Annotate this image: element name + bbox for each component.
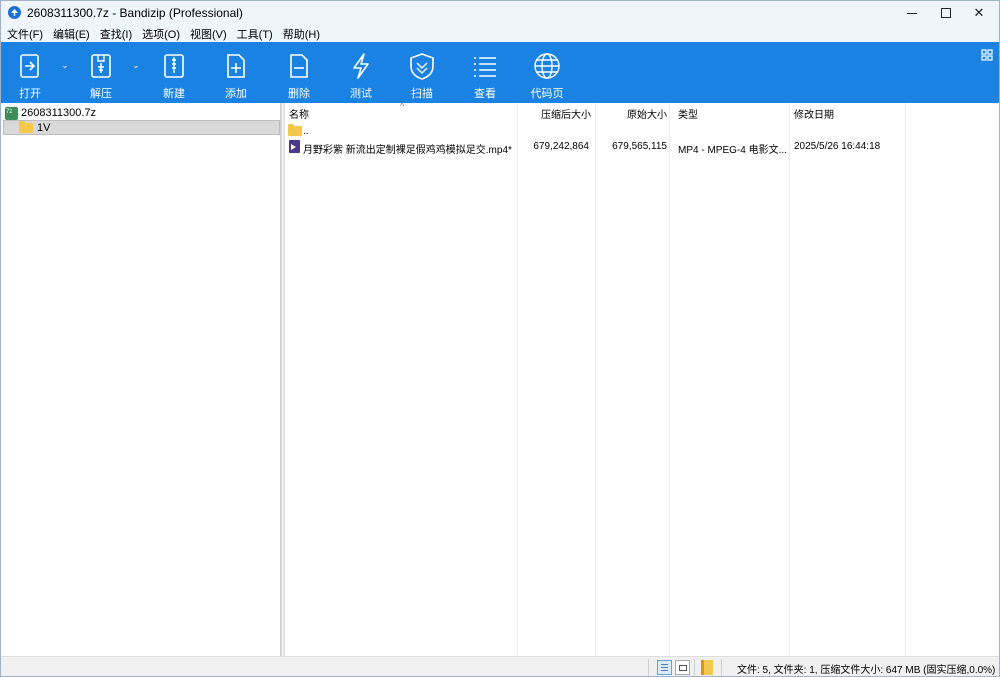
new-archive-button[interactable]: 新建: [151, 42, 197, 103]
open-dropdown-icon[interactable]: ⌄: [61, 60, 69, 71]
open-label: 打开: [19, 88, 41, 100]
column-header-type[interactable]: 类型: [678, 103, 788, 123]
status-summary: 文件: 5, 文件夹: 1, 压缩文件大小: 647 MB (固实压缩,0.0%…: [737, 665, 996, 676]
delete-button[interactable]: 删除: [276, 42, 322, 103]
minimize-icon: [907, 12, 917, 14]
column-header-date[interactable]: 修改日期: [794, 103, 904, 123]
menu-file[interactable]: 文件(F): [7, 26, 43, 42]
row-type: MP4 - MPEG-4 电影文...: [678, 145, 786, 156]
column-header-original-size[interactable]: 原始大小: [597, 103, 667, 123]
status-bar: 文件: 5, 文件夹: 1, 压缩文件大小: 647 MB (固实压缩,0.0%…: [1, 656, 999, 676]
row-packed-size: 679,242,864: [533, 141, 589, 152]
view-label: 查看: [474, 88, 496, 100]
test-icon: [353, 53, 369, 79]
column-divider: [905, 103, 906, 656]
sort-ascending-icon: ^: [400, 101, 405, 111]
menu-tools[interactable]: 工具(T): [237, 26, 273, 42]
delete-label: 删除: [288, 88, 310, 100]
scan-icon: [410, 53, 434, 80]
open-button[interactable]: 打开: [7, 42, 53, 103]
toolbar: 打开 ⌄ 解压 ⌄ 新建 添加 删除 测试 扫描 查看 代码页: [1, 42, 999, 103]
view-icon: [474, 57, 496, 77]
parent-folder-icon: [288, 124, 302, 136]
delete-icon: [290, 54, 308, 78]
column-header-name[interactable]: 名称 ^: [289, 101, 517, 123]
row-name: ..: [303, 126, 309, 137]
column-divider: [789, 103, 790, 656]
scan-button[interactable]: 扫描: [399, 42, 445, 103]
open-icon: [20, 54, 39, 78]
bandizip-app-icon: [8, 6, 21, 19]
maximize-icon: [941, 8, 951, 18]
column-type-label: 类型: [678, 109, 698, 121]
list-row-file[interactable]: 月野彩紫 新流出定制裸足假鸡鸡模拟足交.mp4* 679,242,864 679…: [285, 140, 905, 156]
add-button[interactable]: 添加: [213, 42, 259, 103]
menu-find[interactable]: 查找(I): [100, 26, 132, 42]
new-archive-label: 新建: [163, 88, 185, 100]
menu-bar: 文件(F) 编辑(E) 查找(I) 选项(O) 视图(V) 工具(T) 帮助(H…: [1, 25, 999, 43]
scan-label: 扫描: [411, 88, 433, 100]
column-divider: [517, 103, 518, 656]
close-icon: ✕: [973, 5, 985, 20]
column-divider: [669, 103, 670, 656]
codepage-button[interactable]: 代码页: [524, 42, 570, 103]
menu-edit[interactable]: 编辑(E): [53, 26, 90, 42]
extract-label: 解压: [90, 88, 112, 100]
menu-view[interactable]: 视图(V): [190, 26, 227, 42]
new-archive-icon: [164, 54, 184, 78]
file-list: 名称 ^ 压缩后大小 原始大小 类型 修改日期 .. 月野彩紫 新流出定制裸足假…: [285, 101, 999, 656]
column-header-packed-size[interactable]: 压缩后大小: [519, 103, 591, 123]
codepage-icon: [534, 53, 560, 79]
test-label: 测试: [350, 88, 372, 100]
extract-dropdown-icon[interactable]: ⌄: [132, 60, 140, 71]
folder-tree: 2608311300.7z 1V: [1, 103, 281, 656]
thumbnail-view-button[interactable]: [675, 660, 690, 675]
column-packed-label: 压缩后大小: [541, 109, 591, 121]
mp4-file-icon: [289, 140, 300, 153]
menu-help[interactable]: 帮助(H): [283, 26, 320, 42]
menu-options[interactable]: 选项(O): [142, 26, 180, 42]
codepage-label: 代码页: [530, 88, 564, 100]
tree-item-label: 1V: [37, 121, 51, 134]
bandizip-window: 2608311300.7z - Bandizip (Professional) …: [0, 0, 1000, 677]
add-label: 添加: [225, 88, 247, 100]
row-date: 2025/5/26 16:44:18: [794, 141, 881, 152]
test-button[interactable]: 测试: [338, 42, 384, 103]
thumbnail-view-icon: [679, 665, 687, 671]
close-button[interactable]: ✕: [956, 1, 999, 25]
row-original-size: 679,565,115: [612, 141, 667, 152]
status-divider: [721, 659, 722, 676]
archive-7z-icon: [5, 106, 18, 120]
column-date-label: 修改日期: [794, 109, 834, 121]
add-icon: [227, 54, 245, 78]
layout-toggle-icon[interactable]: [981, 49, 993, 61]
tree-root-label: 2608311300.7z: [21, 107, 97, 119]
folder-icon: [19, 120, 33, 133]
row-name: 月野彩紫 新流出定制裸足假鸡鸡模拟足交.mp4*: [303, 145, 512, 156]
view-button[interactable]: 查看: [462, 42, 508, 103]
tree-root-archive[interactable]: 2608311300.7z: [5, 105, 96, 121]
column-size-label: 原始大小: [627, 109, 667, 121]
details-view-button[interactable]: [657, 660, 672, 675]
status-divider: [648, 659, 649, 676]
extract-button[interactable]: 解压: [78, 42, 124, 103]
column-divider: [595, 103, 596, 656]
archive-info-icon[interactable]: [701, 660, 713, 675]
tree-item-1v[interactable]: 1V: [3, 120, 280, 135]
column-name-label: 名称: [289, 109, 309, 121]
details-view-icon: [661, 664, 668, 671]
list-row-parent[interactable]: ..: [285, 124, 905, 140]
title-bar: 2608311300.7z - Bandizip (Professional) …: [1, 1, 999, 25]
status-divider: [694, 659, 695, 676]
window-title: 2608311300.7z - Bandizip (Professional): [27, 6, 243, 20]
extract-icon: [91, 54, 111, 78]
